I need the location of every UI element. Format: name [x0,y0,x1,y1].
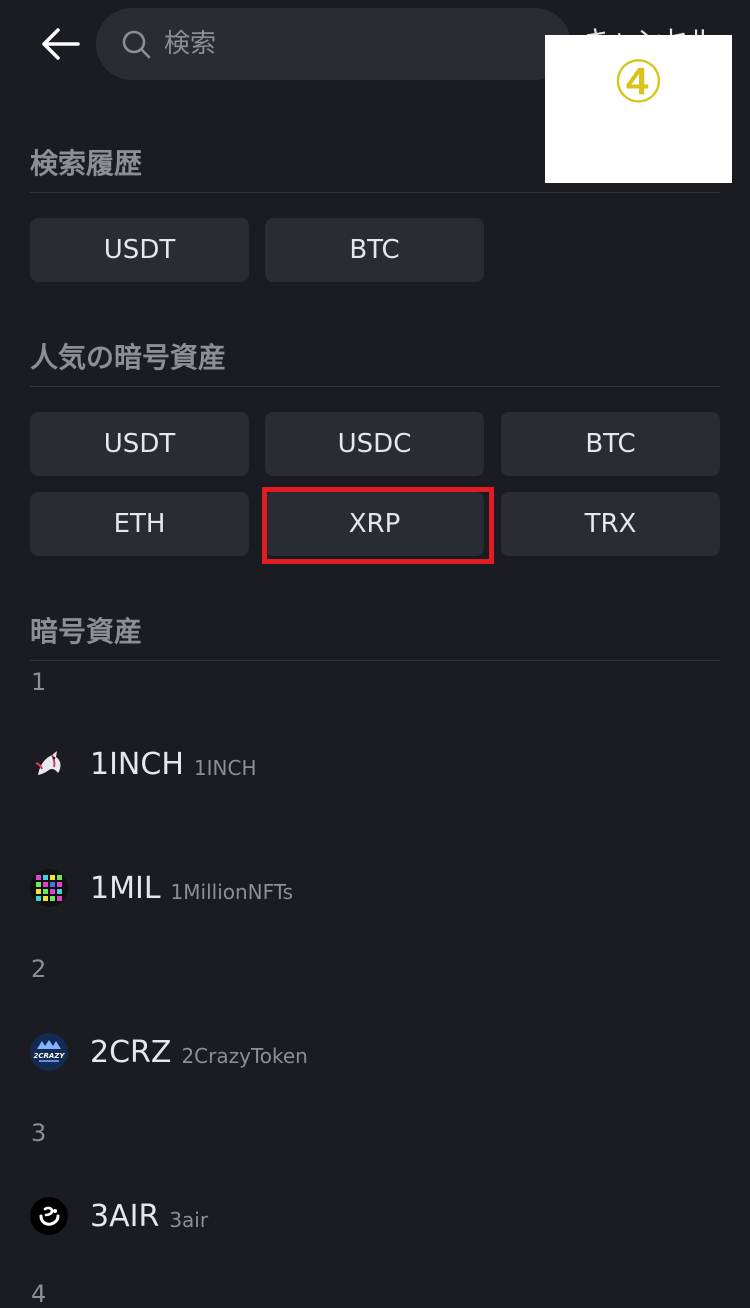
popular-chip-xrp[interactable]: XRP [265,492,484,556]
search-input[interactable] [162,28,546,60]
asset-row-3air[interactable]: 3AIR 3air [30,1186,720,1246]
divider [30,660,720,661]
search-box[interactable] [96,8,571,80]
asset-symbol: 1MIL [90,870,161,906]
asset-row-1mil[interactable]: 1MIL 1MillionNFTs [30,858,720,918]
index-label: 2 [31,955,47,983]
back-button[interactable] [38,24,82,64]
step-number-overlay: ④ [545,35,732,183]
asset-name: 1INCH [193,756,257,780]
asset-symbol: 1INCH [90,746,184,782]
index-label: 1 [31,668,47,696]
search-history-title: 検索履歴 [30,147,143,180]
crypto-assets-title: 暗号資産 [30,615,143,648]
2crazy-logo-icon: 2CRAZY [30,1033,68,1071]
asset-row-2crz[interactable]: 2CRAZY 2CRZ 2CrazyToken [30,1022,720,1082]
asset-symbol: 3AIR [90,1198,160,1234]
divider [30,386,720,387]
step-number-label: ④ [612,48,665,116]
asset-name: 2CrazyToken [181,1044,308,1068]
asset-symbol: 2CRZ [90,1034,172,1070]
popular-chip-usdc[interactable]: USDC [265,412,484,476]
index-label: 3 [31,1119,47,1147]
asset-name: 1MillionNFTs [170,880,294,904]
divider [30,192,720,193]
index-label: 4 [31,1280,47,1308]
popular-chip-btc[interactable]: BTC [501,412,720,476]
3air-logo-icon [30,1197,68,1235]
history-chip-usdt[interactable]: USDT [30,218,249,282]
unicorn-logo-icon [30,745,68,783]
2crazy-logo-text: 2CRAZY [34,1052,66,1060]
search-icon [120,28,152,60]
arrow-left-icon [42,28,80,60]
asset-name: 3air [169,1208,209,1232]
popular-chip-eth[interactable]: ETH [30,492,249,556]
pixel-grid-logo-icon [30,869,68,907]
history-chip-btc[interactable]: BTC [265,218,484,282]
popular-chip-usdt[interactable]: USDT [30,412,249,476]
popular-title: 人気の暗号資産 [30,341,227,374]
asset-row-1inch[interactable]: 1INCH 1INCH [30,734,720,794]
popular-chip-trx[interactable]: TRX [501,492,720,556]
header: キャンセル ④ [0,0,750,183]
